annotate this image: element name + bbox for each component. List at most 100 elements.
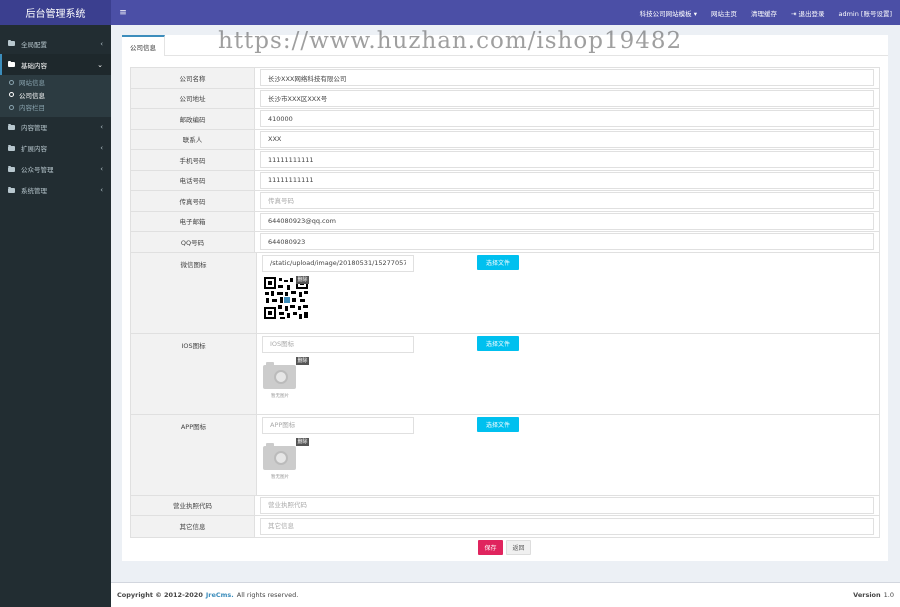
field-label: 其它信息 (131, 516, 255, 537)
field-label: QQ号码 (131, 232, 255, 252)
app-delete-button[interactable]: 删除 (296, 437, 309, 446)
circle-icon (9, 92, 14, 98)
form-row: 营业执照代码 (131, 495, 879, 516)
other-info-input[interactable] (260, 517, 874, 535)
form-row: 公司名称 (131, 68, 879, 89)
sidebar-item-global-config[interactable]: 全局配置 ‹ (0, 33, 111, 54)
top-navbar: ≡ 科技公司网站模板 ▾ 网站主页 清理缓存 ⇥ 退出登录 admin [账号设… (111, 0, 900, 25)
sidebar-item-content-management[interactable]: 内容管理 ‹ (0, 117, 111, 138)
app-icon-path-input[interactable] (262, 416, 414, 434)
top-nav-links: 科技公司网站模板 ▾ 网站主页 清理缓存 ⇥ 退出登录 admin [账号设置] (640, 8, 900, 18)
folder-icon (8, 165, 15, 172)
form-row: 公司地址 (131, 88, 879, 109)
account-settings-link[interactable]: admin [账号设置] (838, 8, 892, 18)
form-actions: 保存 返回 (478, 540, 531, 555)
tab-company-info[interactable]: 公司信息 (122, 35, 165, 56)
postcode-input[interactable] (260, 110, 874, 128)
form-row: QQ号码 (131, 232, 879, 253)
sidebar-item-label: 内容管理 (21, 124, 47, 132)
sidebar-item-label: 系统管理 (21, 187, 47, 195)
field-label: 微信图标 (131, 252, 257, 333)
sidebar-item-wechat-management[interactable]: 公众号管理 ‹ (0, 159, 111, 180)
contact-input[interactable] (260, 130, 874, 148)
form-row: 微信图标 选择文件 (131, 252, 879, 334)
field-label: 营业执照代码 (131, 495, 255, 515)
form-row: IOS图标 选择文件 暂无图片 删除 (131, 333, 879, 415)
email-input[interactable] (260, 212, 874, 230)
chevron-left-icon: ‹ (100, 39, 103, 48)
circle-icon (9, 104, 14, 110)
form-row: 电子邮箱 (131, 211, 879, 232)
field-label: IOS图标 (131, 333, 257, 414)
folder-icon (8, 61, 15, 67)
sidebar-item-system-management[interactable]: 系统管理 ‹ (0, 180, 111, 201)
field-label: APP图标 (131, 414, 257, 495)
chevron-left-icon: ‹ (100, 165, 103, 173)
wechat-icon-path-input[interactable] (262, 254, 414, 272)
sidebar-item-label: 扩展内容 (21, 145, 47, 153)
footer: Copyright © 2012-2020 JreCms. All rights… (111, 582, 900, 607)
field-label: 公司名称 (131, 68, 255, 88)
copyright-text: Copyright © 2012-2020 (117, 591, 203, 599)
phone-input[interactable] (260, 171, 874, 189)
form-row: APP图标 选择文件 暂无图片 删除 (131, 414, 879, 496)
circle-icon (9, 79, 14, 85)
mobile-input[interactable] (260, 151, 874, 169)
clear-cache-link[interactable]: 清理缓存 (751, 8, 777, 18)
wechat-qr-thumbnail: 删除 (263, 275, 309, 320)
field-label: 公司地址 (131, 88, 255, 108)
ios-select-file-button[interactable]: 选择文件 (477, 335, 519, 351)
site-selector-dropdown[interactable]: 科技公司网站模板 ▾ (640, 8, 697, 18)
rights-text: All rights reserved. (236, 591, 299, 599)
qq-input[interactable] (260, 233, 874, 251)
company-name-input[interactable] (260, 69, 874, 87)
version-label: Version (853, 591, 881, 599)
field-label: 电话号码 (131, 170, 255, 190)
chevron-left-icon: ‹ (100, 123, 103, 131)
submenu-item-company-info[interactable]: 公司信息 (0, 89, 111, 102)
form-row: 传真号码 (131, 191, 879, 212)
field-label: 手机号码 (131, 150, 255, 170)
sidebar-item-basic-content[interactable]: 基础内容 ⌄ (0, 54, 111, 75)
chevron-left-icon: ‹ (100, 144, 103, 152)
app-logo-title[interactable]: 后台管理系统 (0, 0, 111, 25)
company-address-input[interactable] (260, 89, 874, 107)
ios-delete-button[interactable]: 删除 (296, 356, 309, 365)
folder-icon (8, 123, 15, 130)
folder-icon (8, 186, 15, 193)
app-image-placeholder: 暂无图片 删除 (263, 437, 309, 482)
sidebar-submenu: 网站信息 公司信息 内容栏目 (0, 75, 111, 117)
wechat-select-file-button[interactable]: 选择文件 (477, 254, 519, 270)
folder-icon (8, 40, 15, 46)
company-info-form: 公司名称 公司地址 邮政编码 联系人 手机号码 电话号码 传真号码 电子邮箱 (130, 67, 880, 538)
fax-input[interactable] (260, 192, 874, 210)
back-button[interactable]: 返回 (506, 540, 531, 555)
no-image-text: 暂无图片 (271, 393, 289, 399)
ios-icon-path-input[interactable] (262, 335, 414, 353)
content-box: 公司信息 公司名称 公司地址 邮政编码 联系人 手机号码 电话号码 传真号码 (122, 35, 888, 561)
form-row: 手机号码 (131, 150, 879, 171)
app-select-file-button[interactable]: 选择文件 (477, 416, 519, 432)
brand-link[interactable]: JreCms. (206, 591, 234, 599)
sidebar-item-extended-content[interactable]: 扩展内容 ‹ (0, 138, 111, 159)
submenu-item-content-columns[interactable]: 内容栏目 (0, 101, 111, 114)
form-row: 其它信息 (131, 516, 879, 537)
wechat-delete-button[interactable]: 删除 (296, 275, 309, 284)
logout-link[interactable]: ⇥ 退出登录 (791, 8, 825, 18)
sidebar-item-label: 公众号管理 (21, 166, 54, 174)
home-link[interactable]: 网站主页 (711, 8, 737, 18)
license-code-input[interactable] (260, 496, 874, 514)
form-row: 联系人 (131, 129, 879, 150)
tab-bar: 公司信息 (122, 35, 888, 56)
submenu-item-site-info[interactable]: 网站信息 (0, 76, 111, 89)
save-button[interactable]: 保存 (478, 540, 503, 555)
field-label: 传真号码 (131, 191, 255, 211)
form-row: 邮政编码 (131, 109, 879, 130)
no-image-text: 暂无图片 (271, 474, 289, 480)
sidebar: 全局配置 ‹ 基础内容 ⌄ 网站信息 公司信息 内容栏目 内容管理 ‹ 扩展内容… (0, 25, 111, 607)
menu-toggle-icon[interactable]: ≡ (113, 8, 133, 18)
camera-icon (263, 361, 296, 389)
field-label: 电子邮箱 (131, 211, 255, 231)
field-label: 联系人 (131, 129, 255, 149)
chevron-left-icon: ‹ (100, 186, 103, 194)
